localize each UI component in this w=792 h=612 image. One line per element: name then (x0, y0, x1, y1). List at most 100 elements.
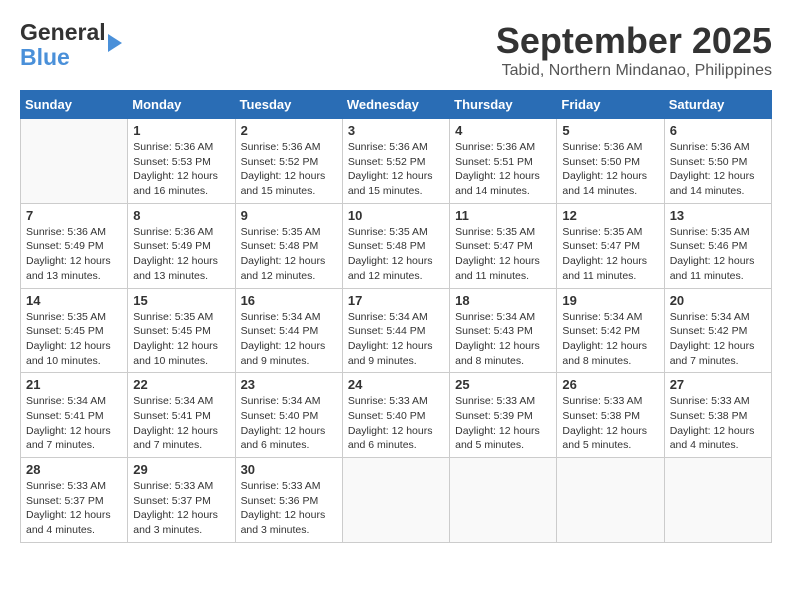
calendar-cell (21, 119, 128, 204)
calendar-cell (557, 458, 664, 543)
day-number: 9 (241, 208, 337, 223)
header-day-thursday: Thursday (450, 91, 557, 119)
calendar-cell: 2 Sunrise: 5:36 AM Sunset: 5:52 PM Daylig… (235, 119, 342, 204)
day-number: 23 (241, 377, 337, 392)
day-number: 1 (133, 123, 229, 138)
day-number: 5 (562, 123, 658, 138)
day-number: 18 (455, 293, 551, 308)
day-info: Sunrise: 5:34 AM Sunset: 5:42 PM Dayligh… (670, 310, 766, 369)
day-info: Sunrise: 5:34 AM Sunset: 5:44 PM Dayligh… (241, 310, 337, 369)
calendar-cell: 3 Sunrise: 5:36 AM Sunset: 5:52 PM Daylig… (342, 119, 449, 204)
calendar-cell: 11Sunrise: 5:35 AM Sunset: 5:47 PM Dayli… (450, 203, 557, 288)
day-info: Sunrise: 5:34 AM Sunset: 5:40 PM Dayligh… (241, 394, 337, 453)
header: General Blue September 2025 Tabid, North… (20, 20, 772, 80)
calendar-cell: 23 Sunrise: 5:34 AM Sunset: 5:40 PM Dayli… (235, 373, 342, 458)
day-number: 22 (133, 377, 229, 392)
calendar-cell: 5Sunrise: 5:36 AM Sunset: 5:50 PM Daylig… (557, 119, 664, 204)
calendar-cell: 21Sunrise: 5:34 AM Sunset: 5:41 PM Dayli… (21, 373, 128, 458)
calendar-table: SundayMondayTuesdayWednesdayThursdayFrid… (20, 90, 772, 543)
day-number: 30 (241, 462, 337, 477)
day-info: Sunrise: 5:36 AM Sunset: 5:50 PM Dayligh… (670, 140, 766, 199)
day-number: 24 (348, 377, 444, 392)
day-number: 2 (241, 123, 337, 138)
day-number: 8 (133, 208, 229, 223)
day-info: Sunrise: 5:35 AM Sunset: 5:45 PM Dayligh… (26, 310, 122, 369)
location-title: Tabid, Northern Mindanao, Philippines (496, 62, 772, 80)
calendar-cell: 27 Sunrise: 5:33 AM Sunset: 5:38 PM Dayli… (664, 373, 771, 458)
calendar-cell: 17Sunrise: 5:34 AM Sunset: 5:44 PM Dayli… (342, 288, 449, 373)
day-info: Sunrise: 5:34 AM Sunset: 5:41 PM Dayligh… (26, 394, 122, 453)
day-number: 25 (455, 377, 551, 392)
day-number: 6 (670, 123, 766, 138)
logo: General Blue (20, 20, 122, 71)
day-info: Sunrise: 5:35 AM Sunset: 5:47 PM Dayligh… (455, 225, 551, 284)
calendar-week-row: 1 Sunrise: 5:36 AM Sunset: 5:53 PM Daylig… (21, 119, 772, 204)
day-info: Sunrise: 5:35 AM Sunset: 5:46 PM Dayligh… (670, 225, 766, 284)
day-info: Sunrise: 5:35 AM Sunset: 5:48 PM Dayligh… (241, 225, 337, 284)
calendar-week-row: 7Sunrise: 5:36 AM Sunset: 5:49 PM Daylig… (21, 203, 772, 288)
header-day-sunday: Sunday (21, 91, 128, 119)
day-number: 16 (241, 293, 337, 308)
day-info: Sunrise: 5:35 AM Sunset: 5:48 PM Dayligh… (348, 225, 444, 284)
calendar-cell (450, 458, 557, 543)
day-number: 13 (670, 208, 766, 223)
day-number: 26 (562, 377, 658, 392)
day-info: Sunrise: 5:36 AM Sunset: 5:52 PM Dayligh… (241, 140, 337, 199)
day-info: Sunrise: 5:36 AM Sunset: 5:53 PM Dayligh… (133, 140, 229, 199)
header-day-tuesday: Tuesday (235, 91, 342, 119)
day-number: 4 (455, 123, 551, 138)
calendar-cell: 1 Sunrise: 5:36 AM Sunset: 5:53 PM Daylig… (128, 119, 235, 204)
calendar-cell: 16 Sunrise: 5:34 AM Sunset: 5:44 PM Dayli… (235, 288, 342, 373)
day-info: Sunrise: 5:33 AM Sunset: 5:37 PM Dayligh… (26, 479, 122, 538)
calendar-week-row: 28 Sunrise: 5:33 AM Sunset: 5:37 PM Dayli… (21, 458, 772, 543)
day-info: Sunrise: 5:36 AM Sunset: 5:51 PM Dayligh… (455, 140, 551, 199)
day-info: Sunrise: 5:34 AM Sunset: 5:42 PM Dayligh… (562, 310, 658, 369)
day-number: 29 (133, 462, 229, 477)
day-info: Sunrise: 5:35 AM Sunset: 5:45 PM Dayligh… (133, 310, 229, 369)
day-info: Sunrise: 5:36 AM Sunset: 5:52 PM Dayligh… (348, 140, 444, 199)
calendar-cell: 15 Sunrise: 5:35 AM Sunset: 5:45 PM Dayli… (128, 288, 235, 373)
day-info: Sunrise: 5:33 AM Sunset: 5:40 PM Dayligh… (348, 394, 444, 453)
calendar-cell: 8 Sunrise: 5:36 AM Sunset: 5:49 PM Daylig… (128, 203, 235, 288)
calendar-cell (342, 458, 449, 543)
calendar-cell (664, 458, 771, 543)
day-number: 3 (348, 123, 444, 138)
day-number: 17 (348, 293, 444, 308)
day-number: 28 (26, 462, 122, 477)
day-number: 10 (348, 208, 444, 223)
calendar-cell: 28 Sunrise: 5:33 AM Sunset: 5:37 PM Dayli… (21, 458, 128, 543)
month-title: September 2025 (496, 20, 772, 62)
calendar-cell: 18 Sunrise: 5:34 AM Sunset: 5:43 PM Dayli… (450, 288, 557, 373)
day-number: 15 (133, 293, 229, 308)
day-info: Sunrise: 5:36 AM Sunset: 5:49 PM Dayligh… (133, 225, 229, 284)
day-number: 20 (670, 293, 766, 308)
calendar-cell: 9 Sunrise: 5:35 AM Sunset: 5:48 PM Daylig… (235, 203, 342, 288)
calendar-cell: 26 Sunrise: 5:33 AM Sunset: 5:38 PM Dayli… (557, 373, 664, 458)
day-info: Sunrise: 5:33 AM Sunset: 5:36 PM Dayligh… (241, 479, 337, 538)
calendar-week-row: 14 Sunrise: 5:35 AM Sunset: 5:45 PM Dayli… (21, 288, 772, 373)
logo-arrow-icon (108, 34, 122, 52)
logo-part2: Blue (20, 44, 70, 70)
day-info: Sunrise: 5:34 AM Sunset: 5:43 PM Dayligh… (455, 310, 551, 369)
calendar-cell: 24 Sunrise: 5:33 AM Sunset: 5:40 PM Dayli… (342, 373, 449, 458)
calendar-cell: 12Sunrise: 5:35 AM Sunset: 5:47 PM Dayli… (557, 203, 664, 288)
calendar-cell: 10 Sunrise: 5:35 AM Sunset: 5:48 PM Dayli… (342, 203, 449, 288)
day-info: Sunrise: 5:33 AM Sunset: 5:38 PM Dayligh… (562, 394, 658, 453)
logo-part1: General (20, 19, 106, 45)
calendar-week-row: 21Sunrise: 5:34 AM Sunset: 5:41 PM Dayli… (21, 373, 772, 458)
header-day-wednesday: Wednesday (342, 91, 449, 119)
day-info: Sunrise: 5:33 AM Sunset: 5:38 PM Dayligh… (670, 394, 766, 453)
day-info: Sunrise: 5:33 AM Sunset: 5:37 PM Dayligh… (133, 479, 229, 538)
title-area: September 2025 Tabid, Northern Mindanao,… (496, 20, 772, 80)
header-day-saturday: Saturday (664, 91, 771, 119)
day-number: 14 (26, 293, 122, 308)
calendar-cell: 25Sunrise: 5:33 AM Sunset: 5:39 PM Dayli… (450, 373, 557, 458)
logo-text: General Blue (20, 20, 106, 71)
day-number: 27 (670, 377, 766, 392)
calendar-cell: 13 Sunrise: 5:35 AM Sunset: 5:46 PM Dayli… (664, 203, 771, 288)
calendar-cell: 19 Sunrise: 5:34 AM Sunset: 5:42 PM Dayli… (557, 288, 664, 373)
calendar-cell: 14 Sunrise: 5:35 AM Sunset: 5:45 PM Dayli… (21, 288, 128, 373)
day-info: Sunrise: 5:36 AM Sunset: 5:49 PM Dayligh… (26, 225, 122, 284)
day-number: 12 (562, 208, 658, 223)
day-number: 19 (562, 293, 658, 308)
